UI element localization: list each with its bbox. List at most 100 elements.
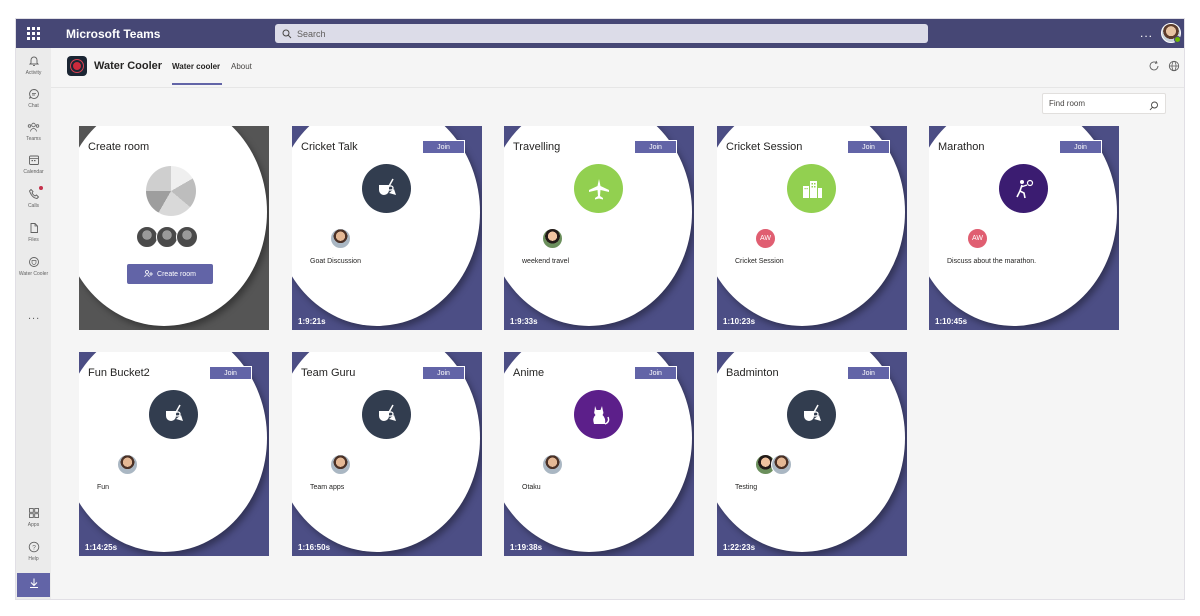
- find-room-input[interactable]: Find room: [1042, 93, 1166, 114]
- avatar[interactable]: [542, 454, 563, 475]
- room-name: Cricket Session: [726, 141, 803, 153]
- create-room-button[interactable]: Create room: [127, 264, 213, 284]
- room-members: [117, 454, 138, 475]
- rail-label: Teams: [26, 136, 41, 142]
- join-button[interactable]: Join: [847, 366, 890, 380]
- room-members: [755, 454, 792, 475]
- card-background: [717, 126, 905, 326]
- room-name: Anime: [513, 367, 545, 379]
- cat-icon: [574, 390, 623, 439]
- room-description: Cricket Session: [735, 258, 784, 265]
- rail-item-apps[interactable]: Apps: [16, 506, 51, 536]
- rail-label: Help: [28, 556, 39, 562]
- avatar[interactable]: AW: [755, 228, 776, 249]
- city-icon: [787, 164, 836, 213]
- rail-label: Activity: [25, 70, 42, 76]
- file-icon: [27, 221, 41, 235]
- more-apps-icon[interactable]: ...: [28, 310, 40, 322]
- water-cooler-logo: [67, 56, 87, 76]
- room-members: [542, 454, 563, 475]
- room-members: [542, 228, 563, 249]
- card-background: [292, 126, 480, 326]
- tab-water-cooler[interactable]: Water cooler: [172, 62, 220, 71]
- join-button[interactable]: Join: [634, 140, 677, 154]
- join-button[interactable]: Join: [847, 140, 890, 154]
- room-description: Goat Discussion: [310, 258, 361, 265]
- join-button[interactable]: Join: [1059, 140, 1102, 154]
- search-placeholder: Search: [297, 28, 326, 39]
- download-button[interactable]: [17, 573, 50, 597]
- rail-label: Calendar: [23, 169, 44, 175]
- join-button[interactable]: Join: [422, 366, 465, 380]
- join-button[interactable]: Join: [634, 366, 677, 380]
- create-room-title: Create room: [88, 141, 150, 153]
- bell-icon: [27, 54, 41, 68]
- rail-label: Files: [28, 237, 39, 243]
- avatar[interactable]: [330, 454, 351, 475]
- rail-label: Apps: [27, 522, 40, 528]
- download-icon: [28, 576, 40, 594]
- rail-item-teams[interactable]: Teams: [16, 120, 51, 150]
- room-timer: 1:16:50s: [298, 543, 331, 552]
- globe-icon[interactable]: [1167, 59, 1180, 72]
- room-name: Fun Bucket2: [88, 367, 150, 379]
- find-room-placeholder: Find room: [1049, 99, 1086, 108]
- rail-item-files[interactable]: Files: [16, 221, 51, 251]
- help-icon: ?: [27, 540, 41, 554]
- rail-item-chat[interactable]: Chat: [16, 87, 51, 117]
- presence-status-icon: [1174, 36, 1181, 43]
- tea-icon: [362, 164, 411, 213]
- room-card: Marathon Join AW Discuss about the marat…: [929, 126, 1119, 330]
- avatar[interactable]: [542, 228, 563, 249]
- more-options-icon[interactable]: ...: [1140, 26, 1153, 40]
- room-timer: 1:10:23s: [723, 317, 756, 326]
- join-button[interactable]: Join: [422, 140, 465, 154]
- user-avatar[interactable]: [1161, 23, 1181, 43]
- title-bar: Microsoft Teams Search ...: [16, 19, 1184, 48]
- join-button[interactable]: Join: [209, 366, 252, 380]
- room-description: Fun: [97, 484, 110, 491]
- airplane-icon: [574, 164, 623, 213]
- tea-icon: [149, 390, 198, 439]
- create-room-label: Create room: [157, 270, 196, 278]
- search-icon: [281, 28, 293, 40]
- rail-label: Chat: [28, 103, 39, 109]
- avatar[interactable]: [117, 454, 138, 475]
- room-card: Travelling Join weekend travel 1:9:33s: [504, 126, 694, 330]
- svg-text:?: ?: [32, 544, 36, 551]
- refresh-icon[interactable]: [1147, 59, 1160, 72]
- room-members: AW: [967, 228, 988, 249]
- avatar[interactable]: [330, 228, 351, 249]
- tea-icon: [787, 390, 836, 439]
- active-tab-indicator: [172, 83, 222, 85]
- apps-icon: [27, 506, 41, 520]
- avatar[interactable]: AW: [967, 228, 988, 249]
- search-input[interactable]: Search: [275, 24, 928, 43]
- room-image-placeholder: [146, 166, 196, 216]
- rail-item-help[interactable]: ? Help: [16, 540, 51, 570]
- card-background: [717, 352, 905, 552]
- teams-icon: [27, 120, 41, 134]
- rail-item-calendar[interactable]: Calendar: [16, 153, 51, 183]
- room-card: Fun Bucket2 Join Fun 1:14:25s: [79, 352, 269, 556]
- app-launcher-icon[interactable]: [16, 19, 50, 48]
- room-timer: 1:9:21s: [298, 317, 326, 326]
- card-background: [79, 352, 267, 552]
- room-timer: 1:14:25s: [85, 543, 118, 552]
- avatar-initials: AW: [756, 229, 775, 248]
- room-description: Testing: [735, 484, 758, 491]
- water-cooler-icon: [27, 255, 41, 269]
- rail-item-activity[interactable]: Activity: [16, 54, 51, 84]
- room-name: Cricket Talk: [301, 141, 358, 153]
- avatar[interactable]: [771, 454, 792, 475]
- rail-label: Calls: [27, 203, 40, 209]
- rail-item-water-cooler[interactable]: Water Cooler: [16, 255, 51, 285]
- rail-item-calls[interactable]: Calls: [16, 186, 51, 217]
- teams-window: Microsoft Teams Search ... Activity Chat: [15, 18, 1185, 600]
- notification-badge: [38, 186, 43, 190]
- card-background: [504, 126, 692, 326]
- avatar: [176, 226, 198, 248]
- tab-about[interactable]: About: [231, 62, 252, 71]
- rail-label: Water Cooler: [18, 271, 49, 277]
- tennis-icon: [999, 164, 1048, 213]
